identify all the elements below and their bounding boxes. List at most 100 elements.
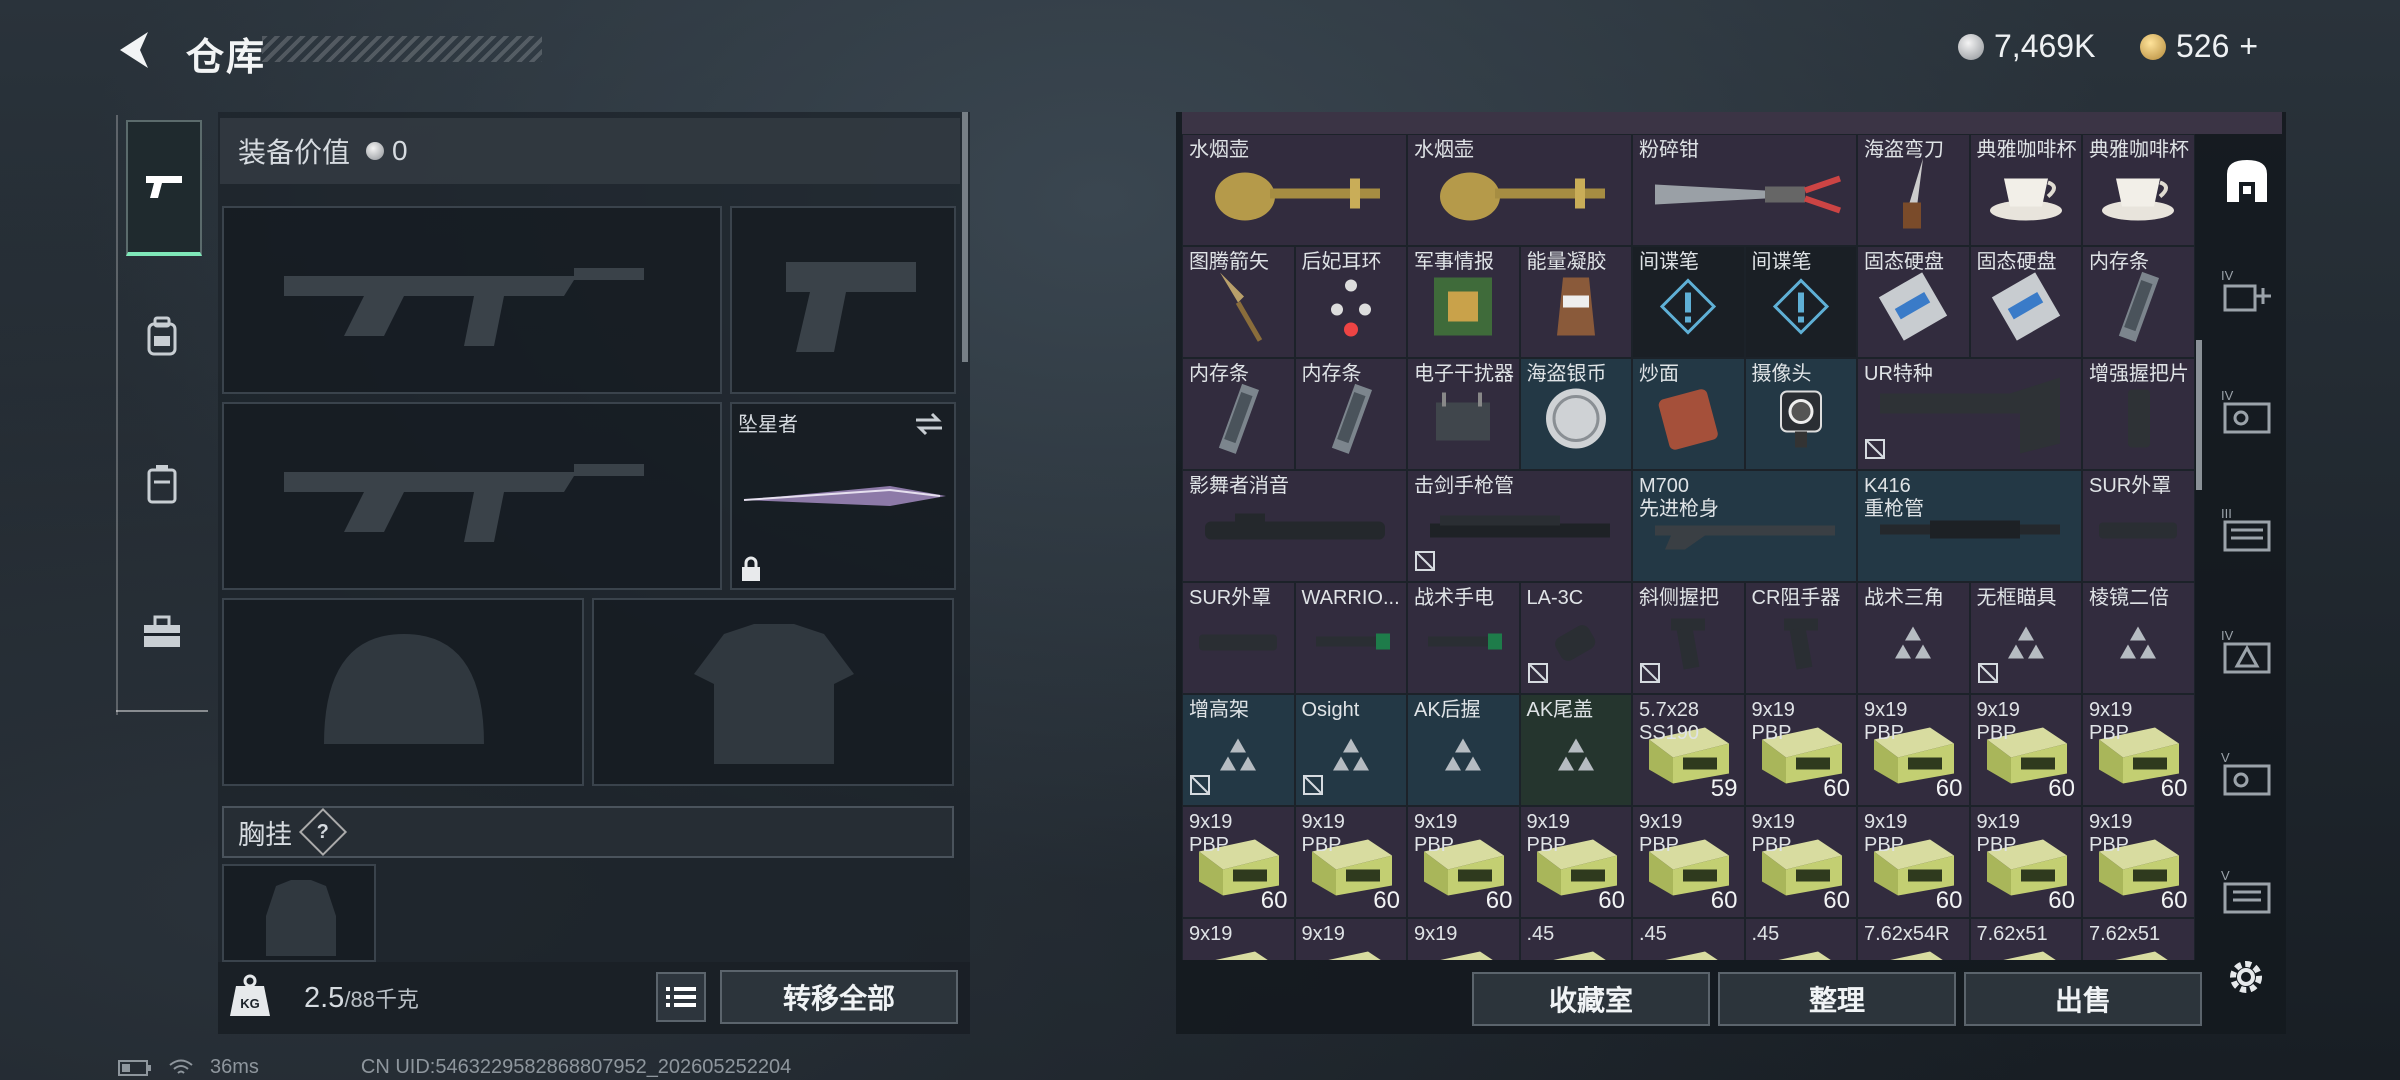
inventory-item[interactable]: 9x19 PBP 60 [1744,806,1857,918]
inventory-item[interactable]: 电子干扰器 [1407,358,1520,470]
armor-slot[interactable] [592,598,954,786]
inventory-item[interactable]: 水烟壶 [1182,134,1407,246]
add-gold-button[interactable]: + [2239,28,2258,65]
inventory-item[interactable]: 粉碎钳 [1632,134,1857,246]
inventory-item[interactable]: 9x19 PBP 60 [1969,694,2082,806]
inventory-item[interactable]: 无框瞄具 [1969,582,2082,694]
gold-currency[interactable]: 526 + [2140,28,2258,65]
chest-rig-slot[interactable] [222,864,376,962]
primary-weapon-slot[interactable] [222,206,722,394]
inventory-item[interactable]: 5.7x28 SS190 59 [1632,694,1745,806]
swap-icon[interactable] [914,412,944,436]
inventory-item[interactable]: .45 [1744,918,1857,960]
inventory-item[interactable]: 海盗银币 [1519,358,1632,470]
hookah-icon [1200,154,1390,239]
sell-button[interactable]: 出售 [1964,972,2202,1026]
inventory-item[interactable]: LA-3C [1519,582,1632,694]
side-tab-7[interactable]: V [2216,744,2278,804]
inventory-item[interactable]: 9x19 PBP 60 [1182,806,1295,918]
side-tab-5[interactable]: III [2216,500,2278,560]
inventory-item[interactable]: K416 重枪管 [1857,470,2082,582]
inventory-item[interactable]: 水烟壶 [1407,134,1632,246]
inventory-item[interactable]: AK尾盖 [1519,694,1632,806]
inventory-item[interactable]: 9x19 PBP 60 [2082,694,2195,806]
sort-button[interactable]: 整理 [1718,972,1956,1026]
inventory-item[interactable]: 能量凝胶 [1519,246,1632,358]
melee-slot[interactable]: 坠星者 [730,402,956,590]
inventory-item[interactable]: 固态硬盘 [1857,246,1970,358]
inventory-item[interactable]: 7.62x51 [1969,918,2082,960]
secondary-weapon-slot[interactable] [222,402,722,590]
inventory-item[interactable]: 9x19 PBP 60 [1632,806,1745,918]
inventory-item[interactable]: 增高架 [1182,694,1295,806]
inventory-item[interactable]: 摄像头 [1744,358,1857,470]
help-icon[interactable]: ? [298,807,348,857]
inventory-item[interactable]: 战术三角 [1857,582,1970,694]
settings-gear-icon[interactable] [2222,953,2270,1001]
collection-room-button[interactable]: 收藏室 [1472,972,1710,1026]
inventory-item[interactable]: 7.62x54R [1857,918,1970,960]
storage-scrollbar[interactable] [2196,340,2202,490]
inventory-item[interactable]: WARRIO... [1294,582,1407,694]
item-name: 7.62x51 [1976,923,2048,945]
inventory-item[interactable]: 典雅咖啡杯 [2082,134,2195,246]
side-tab-4[interactable]: IV [2216,382,2278,442]
inventory-item[interactable]: 9x19 PBP 60 [2082,806,2195,918]
inventory-item[interactable]: 内存条 [1182,358,1295,470]
inventory-item[interactable]: 7.62x51 [2082,918,2195,960]
tab-all-storage[interactable] [2216,150,2278,210]
inventory-item[interactable]: 9x19 [1294,918,1407,960]
inventory-item[interactable]: M700 先进枪身 [1632,470,1857,582]
inventory-item[interactable]: UR特种 [1857,358,2082,470]
tab-container[interactable] [126,448,198,520]
tab-backpack[interactable] [126,300,198,372]
inventory-item[interactable]: 增强握把片 [2082,358,2195,470]
inventory-item[interactable]: 9x19 PBP 60 [1294,806,1407,918]
inventory-item[interactable]: 军事情报 [1407,246,1520,358]
inventory-item[interactable]: 斜侧握把 [1632,582,1745,694]
inventory-item[interactable]: 海盗弯刀 [1857,134,1970,246]
inventory-item[interactable]: 典雅咖啡杯 [1969,134,2082,246]
inventory-item[interactable]: .45 [1632,918,1745,960]
inventory-item[interactable]: 间谍笔 [1632,246,1745,358]
item-name: 9x19 PBP [2089,699,2133,744]
inventory-item[interactable]: 9x19 PBP 60 [1857,806,1970,918]
inventory-item[interactable]: 9x19 PBP 60 [1969,806,2082,918]
inventory-item[interactable]: SUR外罩 [1182,582,1295,694]
inventory-item[interactable]: 固态硬盘 [1969,246,2082,358]
inventory-item[interactable]: 内存条 [2082,246,2195,358]
inventory-item[interactable]: 9x19 [1407,918,1520,960]
inventory-item[interactable]: 9x19 PBP 60 [1407,806,1520,918]
inventory-item[interactable]: 内存条 [1294,358,1407,470]
inventory-item[interactable]: .45 [1519,918,1632,960]
tab-weapons[interactable] [126,120,202,256]
inventory-item[interactable]: CR阻手器 [1744,582,1857,694]
side-tab-6[interactable]: IV [2216,622,2278,682]
inventory-item[interactable]: AK后握 [1407,694,1520,806]
tri-icon [1331,736,1371,777]
back-arrow-icon[interactable] [112,26,160,74]
tab-toolbox[interactable] [126,596,198,668]
item-name: 海盗银币 [1526,363,1607,385]
inventory-item[interactable]: 9x19 PBP 60 [1519,806,1632,918]
inventory-item[interactable]: 后妃耳环 [1294,246,1407,358]
inventory-item[interactable]: SUR外罩 [2082,470,2195,582]
inventory-item[interactable]: 9x19 [1182,918,1295,960]
inventory-item[interactable]: 图腾箭矢 [1182,246,1295,358]
inventory-item[interactable]: 9x19 PBP 60 [1744,694,1857,806]
inventory-item[interactable]: 间谍笔 [1744,246,1857,358]
equipment-scrollbar[interactable] [962,112,968,362]
inventory-item[interactable]: Osight [1294,694,1407,806]
inventory-item[interactable]: 击剑手枪管 [1407,470,1632,582]
side-tab-8[interactable]: V [2216,862,2278,922]
inventory-item[interactable]: 战术手电 [1407,582,1520,694]
inventory-item[interactable]: 9x19 PBP 60 [1857,694,1970,806]
inventory-item[interactable]: 炒面 [1632,358,1745,470]
inventory-item[interactable]: 棱镜二倍 [2082,582,2195,694]
pistol-slot[interactable] [730,206,956,394]
side-tab-3[interactable]: IV [2216,262,2278,322]
inventory-item[interactable]: 影舞者消音 [1182,470,1407,582]
list-view-button[interactable] [656,972,706,1022]
transfer-all-button[interactable]: 转移全部 [720,970,958,1024]
helmet-slot[interactable] [222,598,584,786]
